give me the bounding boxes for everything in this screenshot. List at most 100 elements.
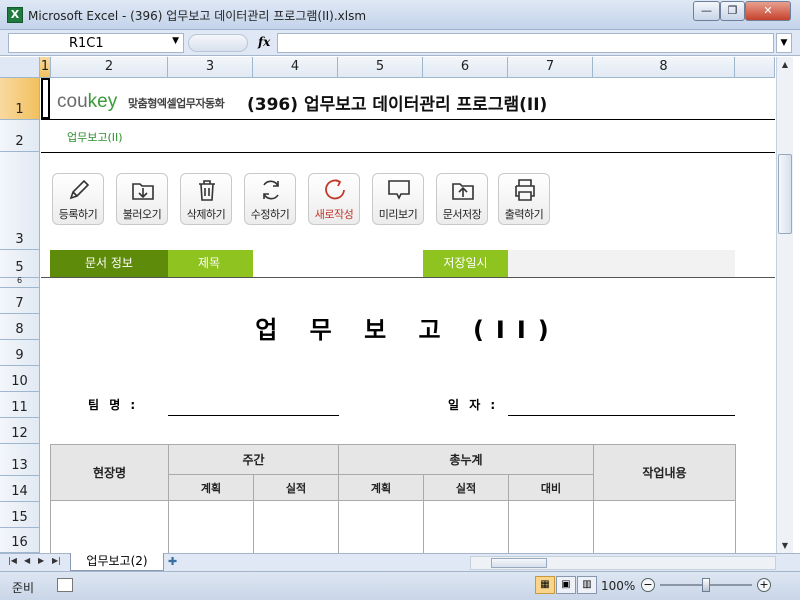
- date-input-line[interactable]: [508, 415, 735, 416]
- save-upload-icon: [452, 183, 474, 200]
- formula-bar: R1C1 ▼ fx ▼: [0, 30, 800, 56]
- register-button[interactable]: 등록하기: [52, 173, 104, 225]
- title-bar: X Microsoft Excel - (396) 업무보고 데이터관리 프로그…: [0, 0, 800, 30]
- row-header[interactable]: 14: [0, 476, 40, 502]
- row-header[interactable]: 15: [0, 502, 40, 528]
- table-cell[interactable]: [338, 500, 424, 553]
- logo-subtitle: 맞춤형엑셀업무자동화: [128, 97, 225, 110]
- column-header[interactable]: 5: [338, 57, 423, 78]
- cumulative-plan-header: 계획: [338, 474, 424, 501]
- column-header[interactable]: 2: [51, 57, 168, 78]
- insert-sheet-icon[interactable]: ✚: [168, 555, 190, 570]
- divider: [41, 119, 775, 120]
- row-header[interactable]: 16: [0, 528, 40, 553]
- row-header[interactable]: 7: [0, 288, 40, 314]
- horizontal-scrollbar[interactable]: [470, 556, 776, 570]
- table-cell[interactable]: [423, 500, 509, 553]
- row-header[interactable]: 5: [0, 250, 40, 278]
- column-header[interactable]: 6: [423, 57, 508, 78]
- trash-icon: [199, 180, 215, 201]
- chevron-down-icon[interactable]: ▼: [172, 36, 179, 46]
- active-cell[interactable]: [41, 78, 50, 119]
- scroll-up-icon[interactable]: ▲: [777, 57, 793, 73]
- row-header[interactable]: 3: [0, 152, 40, 250]
- print-label: 출력하기: [504, 208, 544, 221]
- next-sheet-icon[interactable]: ▶: [38, 556, 44, 565]
- print-button[interactable]: 출력하기: [498, 173, 550, 225]
- worksheet[interactable]: coukey 맞춤형엑셀업무자동화 (396) 업무보고 데이터관리 프로그램(…: [41, 78, 775, 553]
- saved-date-label: 저장일시: [423, 250, 508, 277]
- weekly-actual-header: 실적: [253, 474, 339, 501]
- save-document-button[interactable]: 문서저장: [436, 173, 488, 225]
- minimize-icon[interactable]: —: [693, 1, 720, 21]
- zoom-level[interactable]: 100%: [601, 579, 635, 593]
- preview-button[interactable]: 미리보기: [372, 173, 424, 225]
- cumulative-header: 총누계: [338, 444, 594, 475]
- delete-button[interactable]: 삭제하기: [180, 173, 232, 225]
- row-header[interactable]: 9: [0, 340, 40, 366]
- close-icon[interactable]: ✕: [745, 1, 791, 21]
- column-header[interactable]: 4: [253, 57, 338, 78]
- scrollbar-thumb[interactable]: [778, 154, 792, 234]
- column-header[interactable]: 8: [593, 57, 735, 78]
- row-header[interactable]: 13: [0, 444, 40, 476]
- row-header[interactable]: 2: [0, 120, 40, 152]
- edit-button[interactable]: 수정하기: [244, 173, 296, 225]
- normal-view-icon[interactable]: ▦: [535, 576, 555, 594]
- macro-record-icon[interactable]: [57, 578, 73, 592]
- expand-formula-bar-icon[interactable]: ▼: [776, 33, 792, 53]
- new-document-button[interactable]: 새로작성: [308, 173, 360, 225]
- last-sheet-icon[interactable]: ▶|: [52, 556, 61, 565]
- cumulative-ratio-header: 대비: [508, 474, 594, 501]
- printer-icon: [515, 179, 535, 201]
- column-header[interactable]: 7: [508, 57, 593, 78]
- page-break-view-icon[interactable]: ▥: [577, 576, 597, 594]
- formula-bar-separator: [188, 34, 248, 52]
- title-value-cell[interactable]: [253, 250, 423, 277]
- table-cell[interactable]: [508, 500, 594, 553]
- team-label: 팀 명 :: [88, 398, 139, 412]
- preview-label: 미리보기: [378, 208, 418, 221]
- name-box-value: R1C1: [69, 36, 104, 51]
- status-bar: 준비 ▦ ▣ ▥ 100% − +: [0, 571, 800, 600]
- excel-app-icon[interactable]: X: [7, 7, 23, 23]
- row-header[interactable]: 8: [0, 314, 40, 340]
- scroll-down-icon[interactable]: ▼: [777, 538, 793, 554]
- select-all-corner[interactable]: [0, 57, 40, 78]
- name-box[interactable]: R1C1 ▼: [8, 33, 184, 53]
- prev-sheet-icon[interactable]: ◀: [24, 556, 30, 565]
- pencil-icon: [69, 179, 90, 200]
- load-button[interactable]: 불러오기: [116, 173, 168, 225]
- page-layout-view-icon[interactable]: ▣: [556, 576, 576, 594]
- zoom-in-icon[interactable]: +: [757, 578, 771, 592]
- scrollbar-thumb[interactable]: [491, 558, 547, 568]
- row-header[interactable]: 12: [0, 418, 40, 444]
- table-cell[interactable]: [168, 500, 254, 553]
- title-label: 제목: [168, 250, 253, 277]
- logo-text: cou: [57, 91, 88, 112]
- table-cell[interactable]: [253, 500, 339, 553]
- table-cell[interactable]: [593, 500, 736, 553]
- vertical-scrollbar[interactable]: ▲ ▼: [776, 57, 793, 554]
- zoom-out-icon[interactable]: −: [641, 578, 655, 592]
- column-header[interactable]: 3: [168, 57, 253, 78]
- sheet-tab-active[interactable]: 업무보고(2): [70, 553, 164, 571]
- column-header-empty[interactable]: [735, 57, 775, 78]
- row-header[interactable]: 11: [0, 392, 40, 418]
- window-title: Microsoft Excel - (396) 업무보고 데이터관리 프로그램(…: [28, 9, 367, 23]
- formula-input[interactable]: [277, 33, 774, 53]
- document-title: 업 무 보 고 (II): [255, 316, 561, 344]
- column-header[interactable]: 1: [40, 57, 51, 78]
- row-header[interactable]: 6: [0, 276, 40, 288]
- zoom-slider-thumb[interactable]: [702, 578, 710, 592]
- row-header[interactable]: 1: [0, 78, 40, 120]
- first-sheet-icon[interactable]: |◀: [8, 556, 17, 565]
- weekly-plan-header: 계획: [168, 474, 254, 501]
- divider: [41, 277, 775, 278]
- team-input-line[interactable]: [168, 415, 339, 416]
- row-header[interactable]: 10: [0, 366, 40, 392]
- table-cell[interactable]: [50, 500, 169, 553]
- saved-date-value-cell[interactable]: [508, 250, 735, 277]
- restore-icon[interactable]: ❐: [720, 1, 745, 21]
- insert-function-icon[interactable]: fx: [258, 35, 270, 49]
